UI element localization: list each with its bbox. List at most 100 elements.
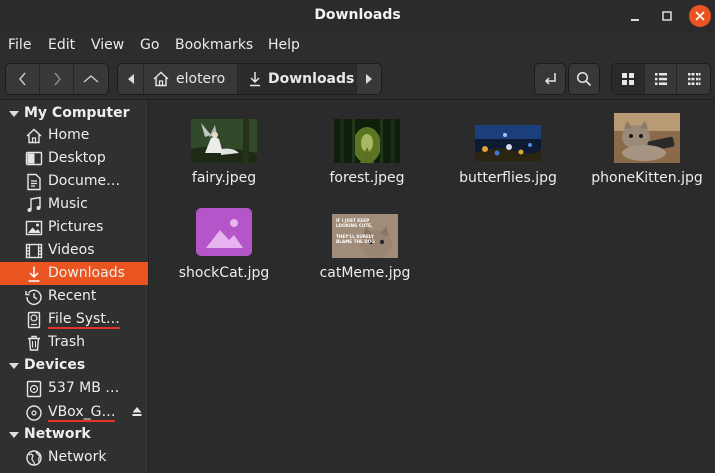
file-item-shockcat[interactable]: shockCat.jpg	[164, 208, 284, 298]
fairy-thumbnail	[191, 119, 257, 163]
sidebar-item-label: Music	[48, 196, 88, 212]
toolbar: elotero Downloads	[0, 58, 715, 100]
toggle-location-button[interactable]	[534, 63, 566, 95]
section-label: Network	[24, 426, 91, 442]
home-icon	[26, 128, 42, 144]
compact-view-button[interactable]	[677, 64, 710, 94]
sidebar-item-network[interactable]: Network	[0, 446, 148, 469]
path-segment-label: elotero	[176, 71, 226, 87]
sidebar-item-label: Home	[48, 127, 90, 143]
image-placeholder-icon	[196, 208, 252, 256]
grid-icon	[621, 73, 634, 85]
trash-icon	[28, 335, 40, 351]
sidebar-item-music[interactable]: Music	[0, 193, 148, 216]
sidebar-item-label: File Syst…	[48, 311, 120, 329]
maximize-button[interactable]	[656, 5, 678, 27]
sidebar-item-documents[interactable]: Docume…	[0, 170, 148, 193]
sidebar-section-my-computer[interactable]: My Computer	[0, 103, 149, 125]
catmeme-thumbnail: IF I JUST KEEP LOOKING CUTE, THEY'LL SUR…	[332, 214, 398, 258]
list-view-button[interactable]	[645, 64, 678, 94]
chevron-up-icon	[83, 75, 99, 83]
path-scroll-right-button[interactable]	[357, 64, 381, 94]
sidebar-item-label: Desktop	[48, 150, 106, 166]
menu-edit[interactable]: Edit	[48, 37, 75, 53]
sidebar-item-label: Trash	[48, 334, 85, 350]
compact-list-icon	[687, 73, 701, 85]
file-item-forest[interactable]: forest.jpeg	[307, 117, 427, 207]
menu-view[interactable]: View	[91, 37, 124, 53]
close-icon	[695, 11, 705, 21]
sidebar-item-label: VBox_G…	[48, 404, 116, 422]
sidebar-item-label: Docume…	[48, 173, 121, 189]
document-icon	[27, 173, 41, 191]
sidebar-item-trash[interactable]: Trash	[0, 331, 148, 354]
navigation-buttons	[5, 63, 109, 95]
path-scroll-left-button[interactable]	[118, 64, 144, 94]
file-name: forest.jpeg	[329, 170, 405, 186]
file-item-phonekitten[interactable]: phoneKitten.jpg	[587, 113, 707, 207]
sidebar-item-file-system[interactable]: File Syst…	[0, 308, 148, 331]
close-button[interactable]	[689, 5, 711, 27]
menu-file[interactable]: File	[8, 37, 31, 53]
phonekitten-thumbnail	[614, 113, 680, 163]
sidebar-item-home[interactable]: Home	[0, 124, 148, 147]
file-item-catmeme[interactable]: IF I JUST KEEP LOOKING CUTE, THEY'LL SUR…	[305, 208, 425, 298]
sidebar-item-label: Downloads	[48, 265, 125, 281]
sidebar-item-vbox-guest[interactable]: VBox_G…	[0, 401, 148, 424]
sidebar-item-label: 537 MB …	[48, 380, 120, 396]
sidebar-item-label: Recent	[48, 288, 97, 304]
menu-bookmarks[interactable]: Bookmarks	[175, 37, 253, 53]
videos-icon	[25, 243, 43, 259]
download-icon	[28, 266, 40, 282]
section-label: My Computer	[24, 105, 130, 121]
sidebar: My Computer Home Desktop Docume… Music P…	[0, 101, 149, 473]
window-title: Downloads	[314, 7, 401, 23]
forward-button[interactable]	[40, 64, 74, 94]
triangle-right-icon	[366, 74, 372, 84]
sidebar-section-network[interactable]: Network	[0, 424, 149, 446]
file-name: butterflies.jpg	[459, 170, 557, 186]
icon-view-button[interactable]	[612, 64, 645, 94]
menu-go[interactable]: Go	[140, 37, 159, 53]
section-label: Devices	[24, 357, 86, 373]
sidebar-item-desktop[interactable]: Desktop	[0, 147, 148, 170]
minimize-button[interactable]	[624, 5, 646, 27]
eject-icon[interactable]	[132, 406, 142, 417]
path-segment-home[interactable]: elotero	[144, 64, 238, 94]
sidebar-section-devices[interactable]: Devices	[0, 355, 149, 377]
file-name: shockCat.jpg	[178, 265, 270, 281]
menu-help[interactable]: Help	[268, 37, 300, 53]
sidebar-item-recent[interactable]: Recent	[0, 285, 148, 308]
forest-thumbnail	[334, 119, 400, 163]
search-icon	[576, 71, 592, 87]
file-view[interactable]: fairy.jpeg forest.jpeg butterflies.jpg p…	[150, 101, 715, 473]
drive-icon	[27, 311, 41, 329]
up-button[interactable]	[74, 64, 108, 94]
file-item-fairy[interactable]: fairy.jpeg	[164, 117, 284, 207]
pictures-icon	[25, 220, 43, 236]
sidebar-item-downloads[interactable]: Downloads	[0, 262, 148, 285]
music-icon	[27, 196, 41, 212]
path-segment-label: Downloads	[268, 71, 355, 87]
expander-triangle-icon	[9, 363, 19, 369]
expander-triangle-icon	[9, 432, 19, 438]
title-bar: Downloads	[0, 0, 715, 32]
chevron-left-icon	[18, 72, 26, 86]
butterflies-thumbnail	[475, 125, 541, 161]
path-segment-downloads[interactable]: Downloads	[238, 64, 357, 94]
back-button[interactable]	[6, 64, 40, 94]
file-name: phoneKitten.jpg	[591, 170, 703, 186]
sidebar-item-videos[interactable]: Videos	[0, 239, 148, 262]
sidebar-item-label: Videos	[48, 242, 95, 258]
file-item-butterflies[interactable]: butterflies.jpg	[448, 117, 568, 207]
menu-bar: File Edit View Go Bookmarks Help	[0, 32, 715, 58]
sidebar-item-pictures[interactable]: Pictures	[0, 216, 148, 239]
search-button[interactable]	[568, 63, 600, 95]
network-icon	[26, 450, 42, 466]
recent-icon	[25, 289, 42, 306]
disc-icon	[26, 380, 42, 398]
list-icon	[654, 73, 667, 85]
download-icon	[250, 72, 260, 87]
view-mode-buttons	[611, 63, 711, 95]
sidebar-item-537mb-volume[interactable]: 537 MB …	[0, 377, 148, 400]
